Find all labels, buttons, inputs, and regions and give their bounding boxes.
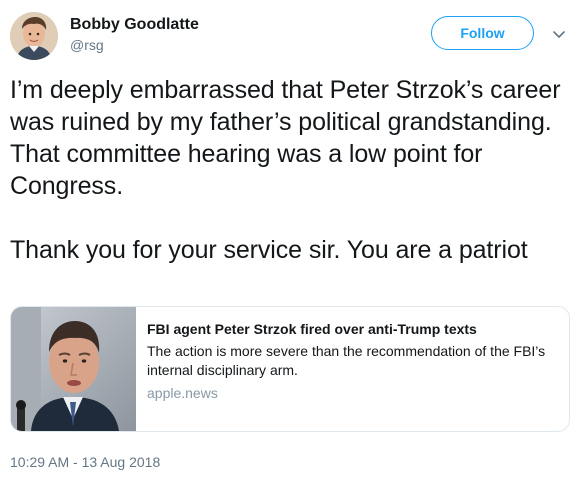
- user-handle[interactable]: @rsg: [70, 35, 199, 55]
- tweet-paragraph: Thank you for your service sir. You are …: [10, 236, 528, 264]
- avatar-photo: [10, 12, 58, 60]
- follow-button[interactable]: Follow: [431, 16, 534, 50]
- card-title: FBI agent Peter Strzok fired over anti-T…: [147, 321, 477, 337]
- user-names: Bobby Goodlatte @rsg: [70, 15, 199, 55]
- card-body: FBI agent Peter Strzok fired over anti-T…: [147, 320, 559, 403]
- tweet-header: Bobby Goodlatte @rsg Follow: [10, 12, 567, 60]
- link-card[interactable]: FBI agent Peter Strzok fired over anti-T…: [10, 306, 570, 432]
- display-name[interactable]: Bobby Goodlatte: [70, 15, 199, 35]
- news-thumbnail-photo: [11, 307, 136, 431]
- card-thumbnail: [11, 307, 136, 431]
- tweet: Bobby Goodlatte @rsg Follow I’m deeply e…: [0, 0, 577, 481]
- tweet-timestamp[interactable]: 10:29 AM - 13 Aug 2018: [10, 452, 160, 472]
- card-description: The action is more severe than the recom…: [147, 343, 546, 378]
- tweet-paragraph: I’m deeply embarrassed that Peter Strzok…: [10, 76, 561, 200]
- card-domain: apple.news: [147, 385, 218, 401]
- chevron-down-icon[interactable]: [551, 26, 567, 42]
- avatar[interactable]: [10, 12, 58, 60]
- tweet-text: I’m deeply embarrassed that Peter Strzok…: [10, 74, 570, 266]
